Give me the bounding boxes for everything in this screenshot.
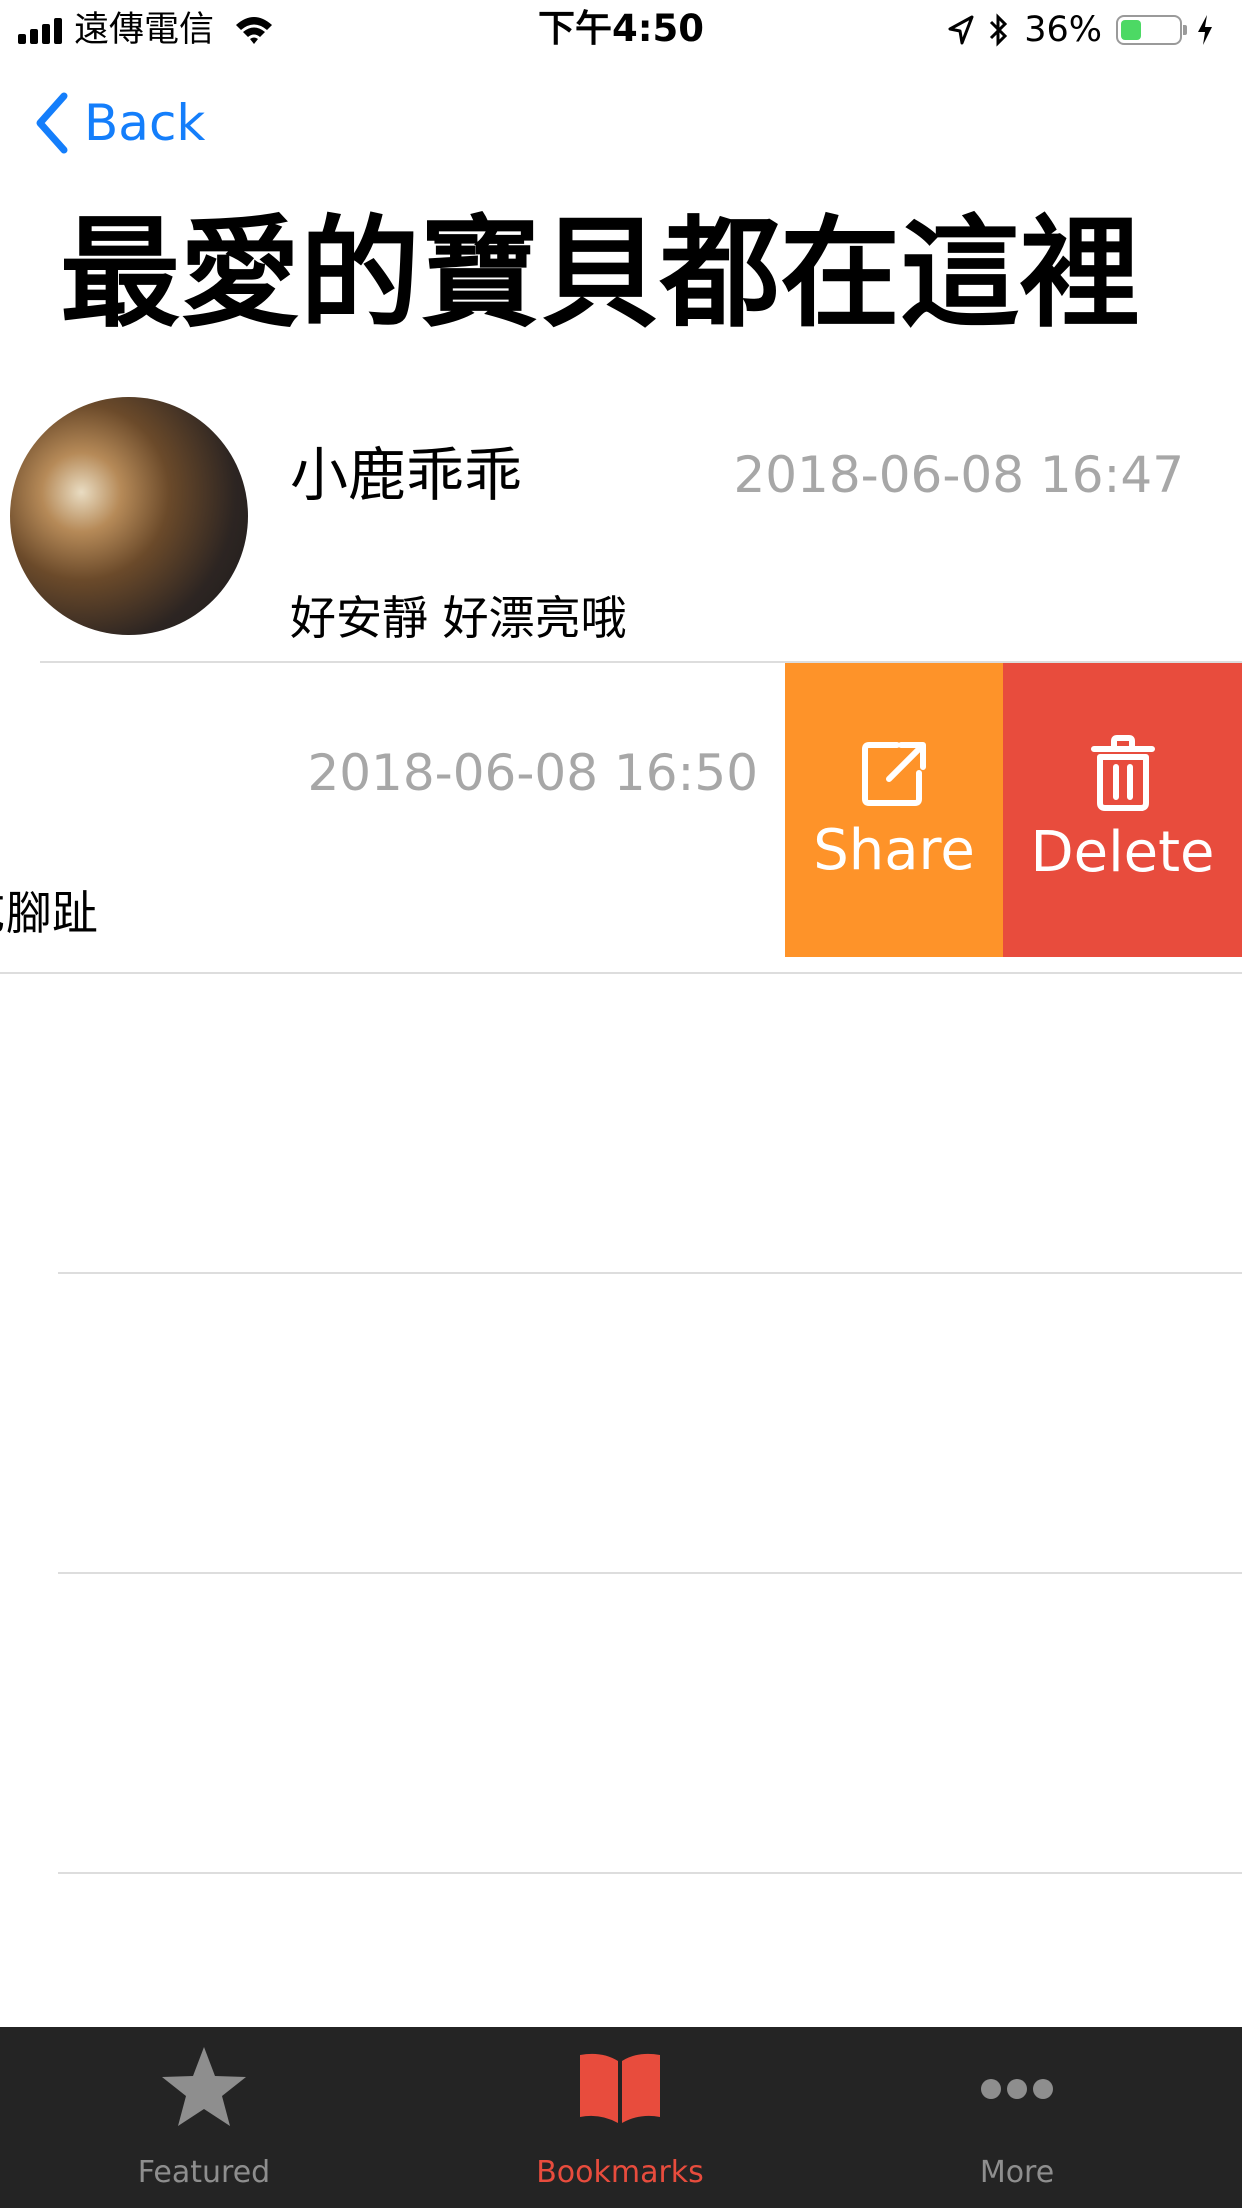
- tab-more[interactable]: More: [867, 2027, 1167, 2208]
- tab-bar: Featured Bookmarks More: [0, 2027, 1242, 2208]
- row-separator: [58, 1872, 1242, 1874]
- item-date: 2018-06-08 16:47: [733, 446, 1184, 504]
- item-date: 2018-06-08 16:50: [307, 744, 758, 802]
- back-button[interactable]: Back: [34, 88, 205, 158]
- tab-label: More: [979, 2155, 1055, 2190]
- tab-featured[interactable]: Featured: [54, 2027, 354, 2208]
- charging-bolt-icon: [1198, 15, 1212, 45]
- page-title: 最愛的寶貝都在這裡: [60, 205, 1140, 344]
- share-label: Share: [813, 818, 975, 883]
- book-icon: [580, 2053, 660, 2123]
- star-icon: [162, 2047, 246, 2126]
- row-separator: [0, 972, 1242, 974]
- share-icon: [862, 742, 926, 806]
- trash-icon: [1090, 735, 1155, 811]
- share-button[interactable]: Share: [785, 663, 1003, 957]
- item-description: 乞腳趾: [0, 886, 98, 940]
- row-separator: [58, 1272, 1242, 1274]
- item-description: 好安靜 好漂亮哦: [290, 591, 627, 645]
- battery-icon: [1116, 15, 1187, 45]
- battery-level: [1121, 20, 1142, 40]
- more-icon: [981, 2079, 1053, 2099]
- row-separator: [58, 1572, 1242, 1574]
- battery-percent: 36%: [1024, 10, 1102, 50]
- tab-label: Bookmarks: [536, 2155, 704, 2190]
- delete-button[interactable]: Delete: [1003, 663, 1242, 957]
- bluetooth-icon: [990, 13, 1008, 47]
- avatar: [10, 397, 248, 635]
- tab-bookmarks[interactable]: Bookmarks: [470, 2027, 770, 2208]
- tab-label: Featured: [137, 2155, 271, 2190]
- location-arrow-icon: [948, 15, 974, 45]
- back-label: Back: [84, 94, 206, 152]
- swiped-list-item[interactable]: 2018-06-08 16:50 乞腳趾: [0, 663, 786, 957]
- status-right: 36%: [948, 8, 1214, 52]
- status-bar: 遠傳電信 下午4:50 36%: [0, 0, 1242, 62]
- delete-label: Delete: [1030, 820, 1215, 885]
- chevron-left-icon: [36, 92, 68, 154]
- item-name: 小鹿乖乖: [290, 441, 523, 509]
